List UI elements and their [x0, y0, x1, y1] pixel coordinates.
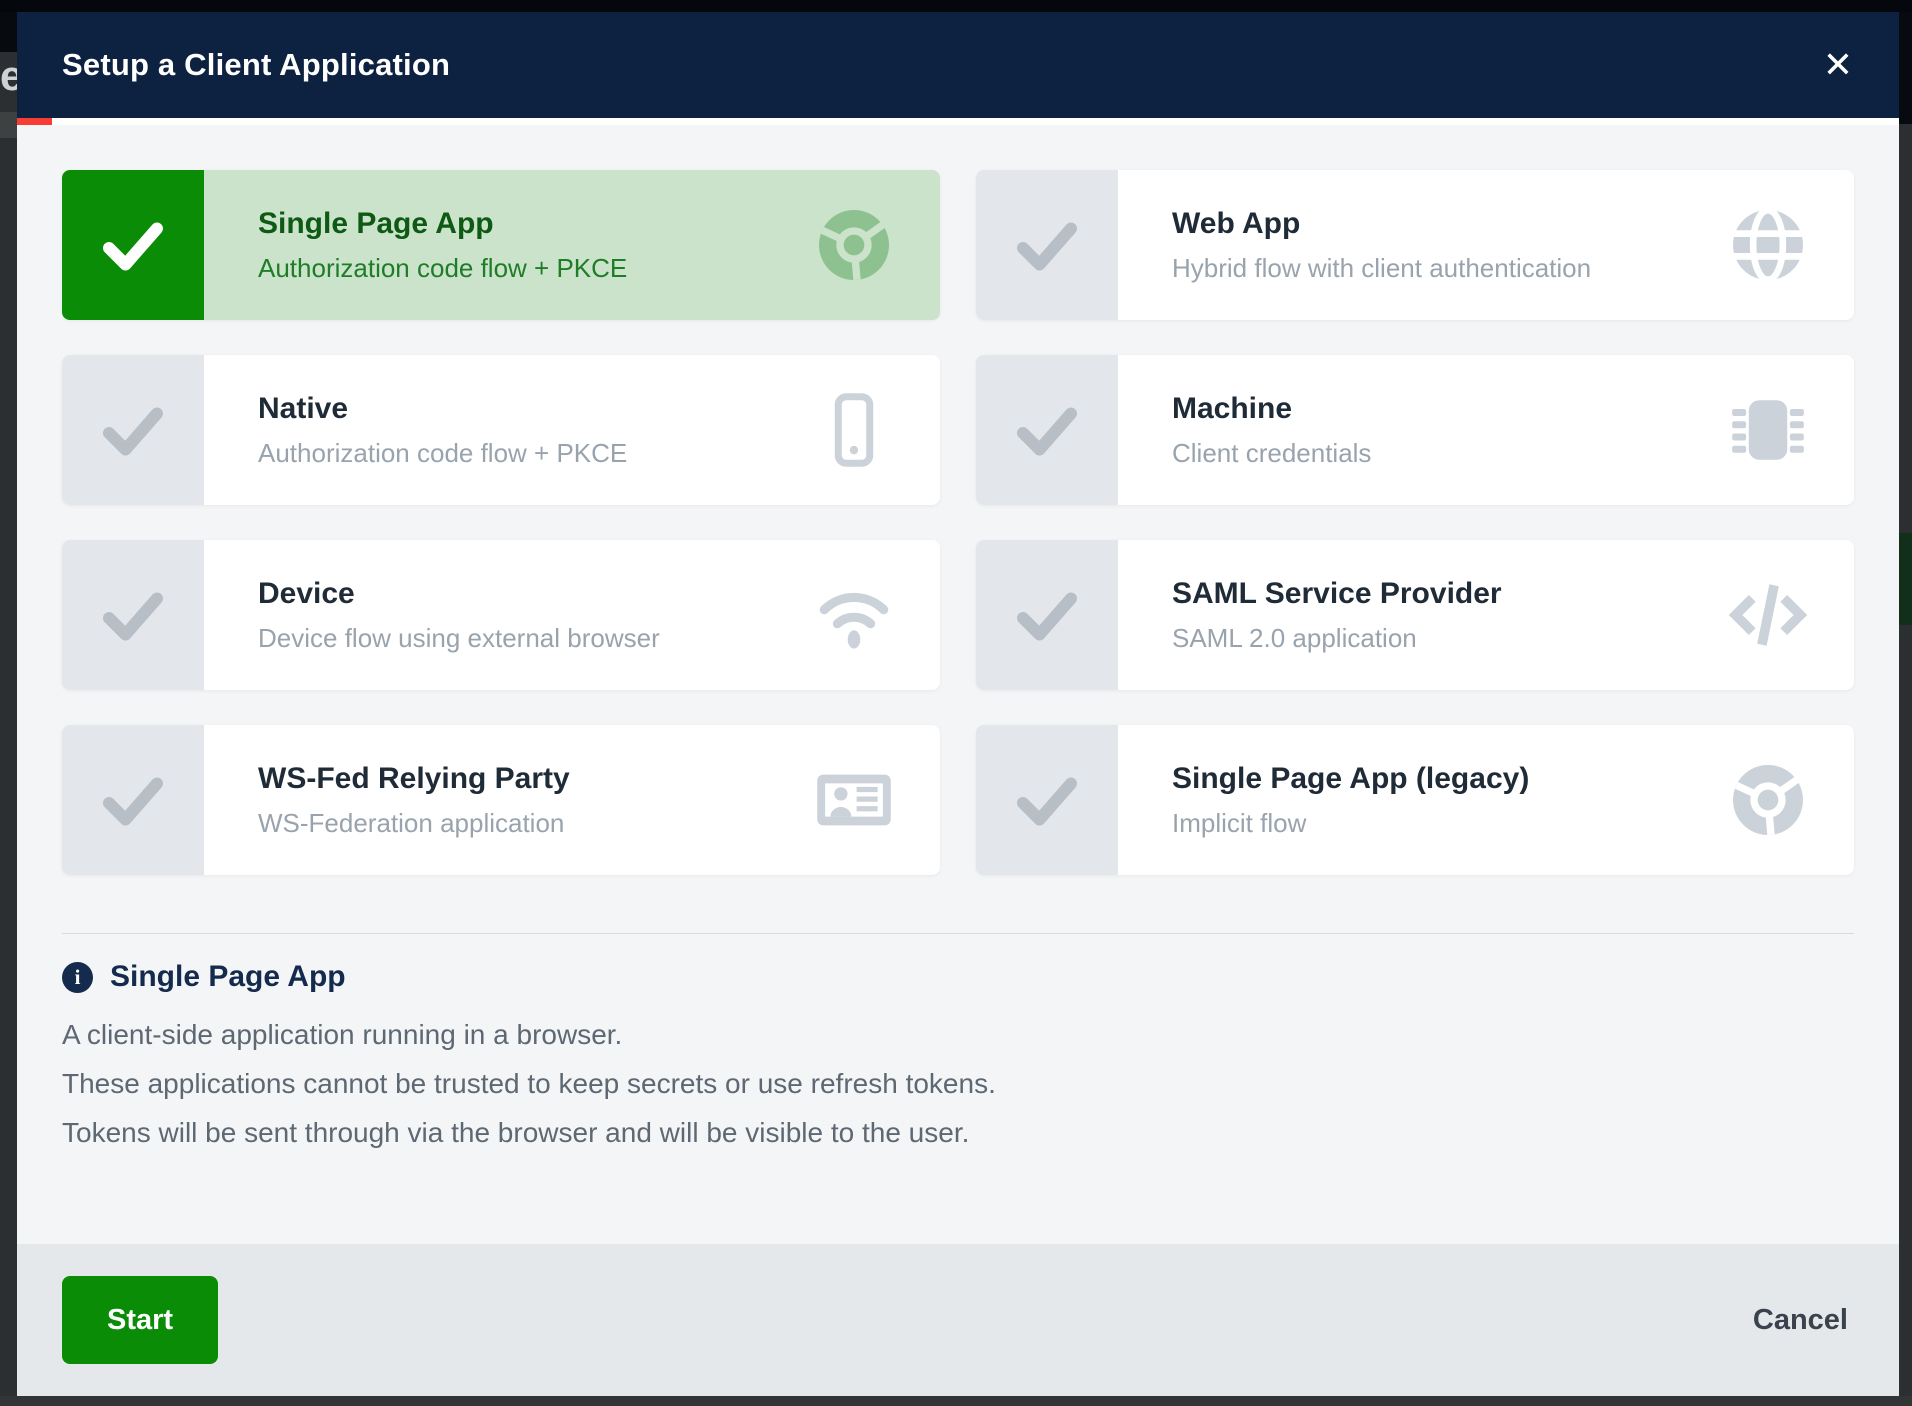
background-page-fragment — [0, 112, 17, 138]
tile-subtitle: Authorization code flow + PKCE — [258, 438, 812, 469]
tile-single-page-app-legacy[interactable]: Single Page App (legacy) Implicit flow — [976, 725, 1854, 875]
tile-text: Device Device flow using external browse… — [204, 540, 812, 690]
page: es Setup a Client Application ✕ Single P… — [0, 0, 1912, 1406]
tile-checkbox — [976, 355, 1118, 505]
header-divider — [17, 118, 1899, 125]
globe-icon — [1726, 203, 1810, 287]
close-icon[interactable]: ✕ — [1817, 43, 1859, 87]
tile-text: Single Page App (legacy) Implicit flow — [1118, 725, 1726, 875]
info-line: These applications cannot be trusted to … — [62, 1059, 1854, 1108]
background-page-fragment — [0, 12, 17, 52]
tile-title: Native — [258, 392, 812, 426]
tile-text: Web App Hybrid flow with client authenti… — [1118, 170, 1726, 320]
chrome-icon — [812, 203, 896, 287]
tile-text: Single Page App Authorization code flow … — [204, 170, 812, 320]
tile-subtitle: Authorization code flow + PKCE — [258, 253, 812, 284]
tile-title: Web App — [1172, 207, 1726, 241]
start-button[interactable]: Start — [62, 1276, 218, 1364]
smartphone-icon — [812, 388, 896, 472]
tile-title: WS-Fed Relying Party — [258, 762, 812, 796]
tile-title: Machine — [1172, 392, 1726, 426]
dialog-footer: Start Cancel — [17, 1244, 1899, 1396]
tile-title: Single Page App (legacy) — [1172, 762, 1726, 796]
tile-title: Single Page App — [258, 207, 812, 241]
tile-device[interactable]: Device Device flow using external browse… — [62, 540, 940, 690]
tile-ws-fed-relying-party[interactable]: WS-Fed Relying Party WS-Federation appli… — [62, 725, 940, 875]
background-page-fragment — [0, 1396, 1912, 1406]
tile-subtitle: SAML 2.0 application — [1172, 623, 1726, 654]
dialog-body: Single Page App Authorization code flow … — [17, 125, 1899, 1244]
tile-checkbox — [976, 725, 1118, 875]
section-divider — [62, 933, 1854, 934]
tile-title: Device — [258, 577, 812, 611]
tile-subtitle: Client credentials — [1172, 438, 1726, 469]
chrome-icon — [1726, 758, 1810, 842]
tile-single-page-app[interactable]: Single Page App Authorization code flow … — [62, 170, 940, 320]
tile-title: SAML Service Provider — [1172, 577, 1726, 611]
tile-checkbox — [976, 170, 1118, 320]
checkmark-icon — [1011, 764, 1083, 836]
setup-client-application-dialog: Setup a Client Application ✕ Single Page… — [17, 12, 1899, 1396]
code-icon — [1726, 573, 1810, 657]
background-text-fragment: es — [0, 54, 17, 100]
info-line: Tokens will be sent through via the brow… — [62, 1108, 1854, 1157]
checkmark-icon — [1011, 209, 1083, 281]
tile-text: WS-Fed Relying Party WS-Federation appli… — [204, 725, 812, 875]
tile-subtitle: WS-Federation application — [258, 808, 812, 839]
chip-icon — [1726, 388, 1810, 472]
tile-subtitle: Implicit flow — [1172, 808, 1726, 839]
background-page-fragment — [0, 0, 1912, 12]
tile-subtitle: Hybrid flow with client authentication — [1172, 253, 1726, 284]
tile-text: SAML Service Provider SAML 2.0 applicati… — [1118, 540, 1726, 690]
tile-subtitle: Device flow using external browser — [258, 623, 812, 654]
id-card-icon — [812, 758, 896, 842]
info-heading: Single Page App — [110, 960, 346, 994]
background-page-fragment — [1899, 12, 1912, 124]
dialog-title: Setup a Client Application — [62, 47, 1817, 83]
tile-checkbox — [62, 725, 204, 875]
client-type-grid: Single Page App Authorization code flow … — [62, 170, 1854, 875]
tile-text: Machine Client credentials — [1118, 355, 1726, 505]
tile-native[interactable]: Native Authorization code flow + PKCE — [62, 355, 940, 505]
red-accent-bar — [17, 118, 52, 125]
tile-text: Native Authorization code flow + PKCE — [204, 355, 812, 505]
wifi-icon — [812, 573, 896, 657]
background-page-fragment — [1899, 533, 1912, 625]
info-section-header: i Single Page App — [62, 960, 1854, 994]
info-description: A client-side application running in a b… — [62, 1010, 1854, 1157]
tile-checkbox — [62, 170, 204, 320]
tile-web-app[interactable]: Web App Hybrid flow with client authenti… — [976, 170, 1854, 320]
tile-checkbox — [62, 355, 204, 505]
dialog-header: Setup a Client Application ✕ — [17, 12, 1899, 118]
tile-checkbox — [62, 540, 204, 690]
cancel-button[interactable]: Cancel — [1747, 1303, 1854, 1338]
checkmark-icon — [1011, 394, 1083, 466]
info-line: A client-side application running in a b… — [62, 1010, 1854, 1059]
checkmark-icon — [1011, 579, 1083, 651]
tile-machine[interactable]: Machine Client credentials — [976, 355, 1854, 505]
checkmark-icon — [97, 209, 169, 281]
info-circle-icon: i — [62, 962, 93, 993]
checkmark-icon — [97, 394, 169, 466]
tile-checkbox — [976, 540, 1118, 690]
tile-saml-service-provider[interactable]: SAML Service Provider SAML 2.0 applicati… — [976, 540, 1854, 690]
checkmark-icon — [97, 764, 169, 836]
checkmark-icon — [97, 579, 169, 651]
